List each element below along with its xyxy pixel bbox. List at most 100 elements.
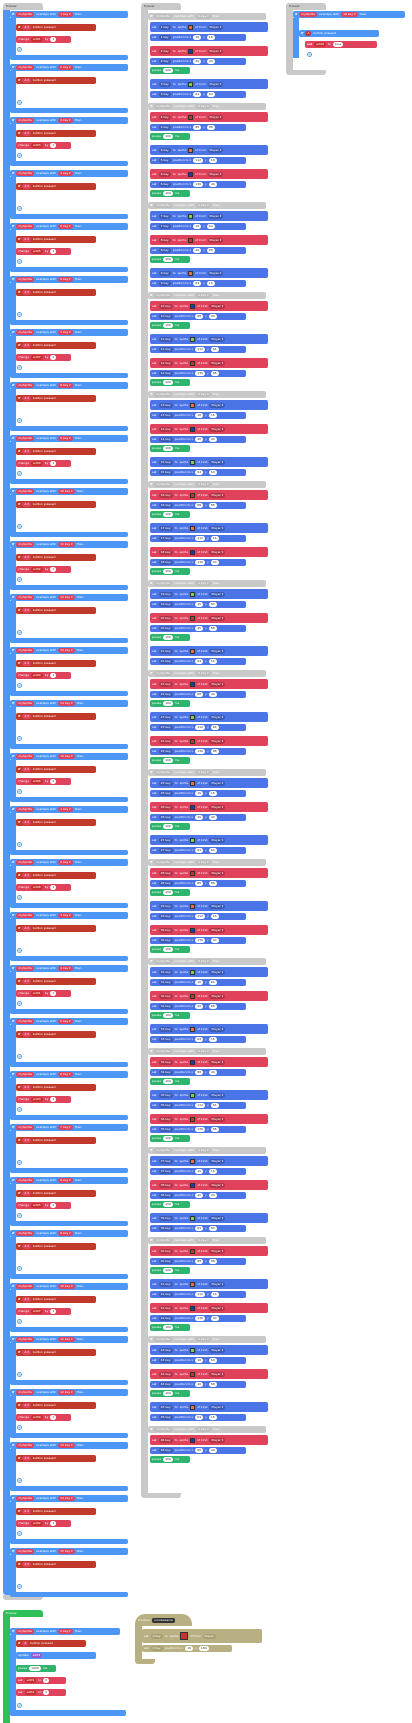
if-button-row[interactable]: if A ▾ button pressed (16, 501, 96, 508)
y-value[interactable]: 16 (208, 791, 217, 796)
sprite-var-pill[interactable]: 16 key (158, 503, 173, 508)
set-position-row[interactable]: set 15 key position to x 64 y 64 (150, 469, 246, 476)
key-var-pill[interactable]: 11 key ▾ (58, 542, 75, 547)
sprite-var-pill[interactable]: mySprite (154, 1337, 172, 1342)
key-var-pill[interactable]: 0 key ▾ (58, 1629, 73, 1634)
button-a-pill[interactable]: A ▾ (22, 237, 31, 242)
sprite-thumbnail-icon[interactable] (188, 24, 194, 30)
sprite-var-pill[interactable]: 5 key (158, 158, 171, 163)
sprite-thumbnail-icon[interactable] (188, 81, 194, 87)
x-value[interactable]: 136 (193, 182, 204, 187)
set-sprite-row[interactable]: set 43 key to sprite of kind Player ▾ (150, 1345, 268, 1355)
if-button-row[interactable]: if A ▾ button pressed (16, 1243, 96, 1250)
set-position-row[interactable]: set 38 key position to x 40 y 40 (150, 1192, 246, 1199)
bottom-set-row-1[interactable]: set edit9 to 0 (16, 1677, 66, 1684)
y-value[interactable]: 40 (208, 815, 217, 820)
key-var-pill[interactable]: 14 key ▾ (58, 701, 75, 706)
pause-row[interactable]: pause 100 ms (150, 67, 190, 74)
kind-pill[interactable]: Player ▾ (207, 48, 224, 54)
set-position-row[interactable]: set 26 key position to x 40 y 40 (150, 814, 246, 821)
forever-hat-left[interactable]: forever (3, 3, 43, 10)
sprite-var-pill[interactable]: 6 key (158, 171, 171, 177)
x-value[interactable]: 40 (193, 248, 202, 253)
add-else-icon[interactable]: + (17, 153, 22, 158)
sprite-var-pill[interactable]: 13 key (158, 402, 173, 408)
button-a-pill[interactable]: A ▾ (22, 714, 31, 719)
sprite-thumbnail-icon[interactable] (180, 1632, 189, 1640)
key-var-pill[interactable]: 0 key ▾ (196, 860, 211, 865)
y-value[interactable]: 16 (208, 1169, 217, 1174)
y-value[interactable]: 64 (208, 980, 217, 985)
sprite-var-pill[interactable]: 12 key (158, 371, 173, 376)
x-value[interactable]: 64 (195, 659, 204, 664)
if-overlap-row[interactable]: if mySprite overlaps with 0 key ▾ then (148, 859, 266, 866)
sprite-var-pill[interactable]: mySprite (16, 1496, 34, 1501)
sprite-var-pill[interactable]: 14 key (158, 437, 173, 442)
sprite-var-pill[interactable]: 43 key (158, 1347, 173, 1353)
set-sprite-row[interactable]: set 46 key to sprite of kind Player ▾ (150, 1435, 268, 1445)
if-overlap-row[interactable]: if mySprite overlaps with 4 key ▾ then (10, 965, 128, 972)
sprite-var-pill[interactable]: 23 key (158, 725, 173, 730)
pause-row[interactable]: pause 100 ms (150, 511, 190, 518)
y-value[interactable]: 64 (208, 1226, 217, 1231)
sprite-var-pill[interactable]: mySprite (154, 104, 172, 109)
sprite-var-pill[interactable]: mySprite (16, 807, 34, 812)
x-value[interactable]: 88 (195, 692, 204, 697)
sprite-var-pill[interactable]: 43 key (158, 1358, 173, 1363)
key-var-pill[interactable]: 9 key ▾ (58, 1231, 73, 1236)
y-value[interactable]: 64 (208, 1358, 217, 1363)
sprite-var-pill[interactable]: mySprite (16, 12, 34, 17)
button-a-pill[interactable]: A ▾ (22, 767, 31, 772)
y-value[interactable]: 16 (210, 536, 219, 541)
set-position-row[interactable]: set 25 key position to x 16 y 16 (150, 790, 246, 797)
key-var-pill[interactable]: 13 key ▾ (58, 1443, 75, 1448)
y-value[interactable]: 16 (210, 1292, 219, 1297)
if-button-row[interactable]: if A ▾ button pressed (16, 77, 96, 84)
sprite-var-pill[interactable]: 24 key (158, 738, 173, 744)
pause-row[interactable]: pause 100 ms (150, 1390, 190, 1397)
pause-row[interactable]: pause 100 ms (150, 823, 190, 830)
y-value[interactable]: 40 (208, 437, 217, 442)
change-value[interactable]: 1 (50, 249, 57, 254)
change-var-row[interactable]: change edit6 by 1 (16, 778, 71, 785)
sprite-thumbnail-icon[interactable] (190, 360, 196, 366)
kind-pill[interactable]: Player ▾ (209, 525, 226, 531)
set-position-row[interactable]: set 33 key position to x 64 y 16 (150, 1036, 246, 1043)
x-value[interactable]: 40 (195, 626, 204, 631)
sprite-var-pill[interactable]: mySprite (16, 171, 34, 176)
add-else-icon[interactable]: + (17, 1319, 22, 1324)
if-overlap-row[interactable]: if mySprite overlaps with 15 key ▾ then (10, 1548, 128, 1555)
button-a-pill[interactable]: A ▾ (22, 184, 31, 189)
set-sprite-row[interactable]: set 15 key to sprite of kind Player ▾ (150, 457, 268, 467)
sprite-var-pill[interactable]: mySprite (16, 1337, 34, 1342)
var-pill[interactable]: edit9 (31, 461, 43, 466)
button-a-pill[interactable]: A ▾ (22, 979, 31, 984)
add-else-icon[interactable]: + (17, 312, 22, 317)
set-sprite-row[interactable]: set 24 key to sprite of kind Player ▾ (150, 736, 268, 746)
set-sprite-row[interactable]: set 39 key to sprite of kind Player ▾ (150, 1213, 268, 1223)
sprite-thumbnail-icon[interactable] (190, 804, 196, 810)
key-var-pill[interactable]: 6 key ▾ (58, 277, 73, 282)
button-a-pill[interactable]: A ▾ (22, 1244, 31, 1249)
change-var-row[interactable]: change edit5 by 1 (16, 1202, 71, 1209)
button-a-pill[interactable]: A ▾ (22, 396, 31, 401)
key-var-pill[interactable]: 0 key ▾ (196, 581, 211, 586)
pause-value[interactable]: 100 (163, 380, 173, 385)
sprite-var-pill[interactable]: 27 key (158, 848, 173, 853)
x-value[interactable]: 136 (195, 1316, 205, 1321)
pause-value[interactable]: 100 (163, 446, 173, 451)
y-value[interactable]: 40 (206, 59, 215, 64)
edit-var-pill[interactable]: edit9 (24, 1678, 37, 1683)
sprite-var-pill[interactable]: mySprite (16, 1019, 34, 1024)
x-value[interactable]: 40 (193, 59, 202, 64)
x-value[interactable]: 64 (195, 1226, 204, 1231)
sprite-var-pill[interactable]: 1 key (158, 24, 171, 30)
sprite-thumbnail-icon[interactable] (190, 402, 196, 408)
sprite-var-pill[interactable]: mySprite (16, 913, 34, 918)
kind-pill[interactable]: Player ▾ (209, 402, 226, 408)
set-position-row[interactable]: set 43 key position to x 16 y 64 (150, 1357, 246, 1364)
sprite-var-pill[interactable]: 32 key (158, 1004, 173, 1009)
x-value[interactable]: 40 (195, 815, 204, 820)
y-value[interactable]: 16 (208, 1415, 217, 1420)
key-var-pill[interactable]: 13 key ▾ (58, 648, 75, 653)
